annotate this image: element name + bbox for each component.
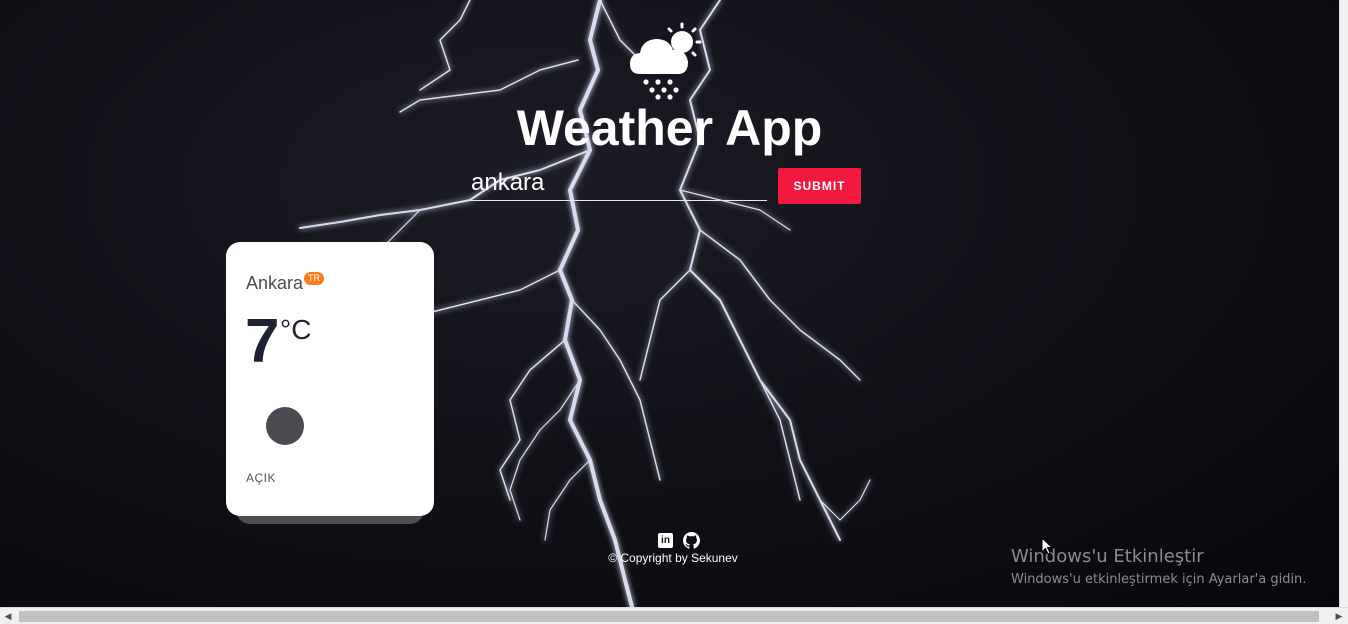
scroll-right-icon[interactable]: ▶: [1333, 610, 1345, 622]
temperature-value: 7: [245, 307, 280, 376]
city-search-input[interactable]: [468, 166, 767, 201]
temperature-unit: °C: [280, 314, 312, 345]
linkedin-icon[interactable]: in: [658, 533, 673, 548]
windows-activation-title: Windows'u Etkinleştir: [1011, 546, 1204, 567]
vertical-scrollbar[interactable]: [1339, 0, 1348, 607]
page-title: Weather App: [516, 100, 823, 156]
cloud-sun-snow-icon: [630, 22, 702, 100]
weather-description: AÇIK: [246, 471, 277, 485]
mouse-cursor-icon: [1041, 537, 1053, 555]
weather-condition-icon: [266, 407, 304, 445]
submit-button[interactable]: SUBMIT: [778, 168, 861, 204]
github-icon[interactable]: [683, 532, 700, 549]
horizontal-scroll-thumb[interactable]: [19, 611, 1319, 622]
windows-activation-subtitle: Windows'u etkinleştirmek için Ayarlar'a …: [1011, 572, 1307, 587]
scroll-left-icon[interactable]: ◀: [2, 610, 14, 622]
weather-card: Ankara TR 7 °C AÇIK: [226, 242, 434, 516]
horizontal-scrollbar[interactable]: ◀ ▶: [0, 607, 1348, 624]
country-badge: TR: [304, 272, 324, 285]
page-background: Weather App SUBMIT Ankara TR 7 °C AÇIK i…: [0, 0, 1339, 607]
social-links: in: [656, 532, 702, 550]
city-name: Ankara: [246, 273, 304, 293]
